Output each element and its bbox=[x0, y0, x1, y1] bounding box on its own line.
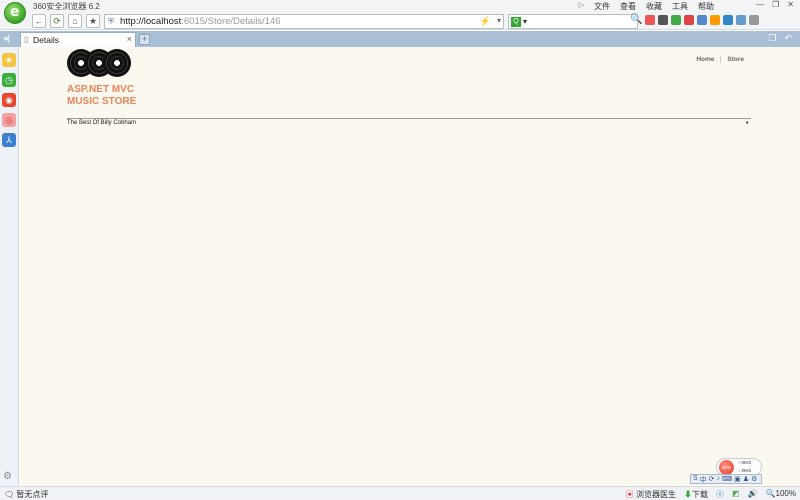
security-shield-icon: ⛨ bbox=[108, 17, 114, 26]
left-sidebar: ★ ◷ ◉ ◎ ⅄ ⚙ bbox=[0, 47, 19, 486]
history-clock-icon[interactable]: ◷ bbox=[2, 73, 16, 87]
toolbar-extensions bbox=[645, 15, 759, 25]
sync-icon[interactable] bbox=[736, 15, 746, 25]
status-bar: 🗨 暂无点评 ▣ 浏览器医生 ⬇下载 ⓔ ◩ 🔊 🔍100% bbox=[0, 486, 800, 500]
home-button[interactable]: ⌂ bbox=[68, 14, 82, 28]
security-icon[interactable] bbox=[671, 15, 681, 25]
site-title-line1: ASP.NET MVC bbox=[67, 84, 135, 95]
search-engine-icon[interactable]: Q bbox=[511, 17, 521, 27]
zoom-control[interactable]: 🔍100% bbox=[766, 489, 796, 500]
translate-icon[interactable] bbox=[710, 15, 720, 25]
speed-mode-icon[interactable]: ⚡ bbox=[480, 16, 491, 27]
favorites-star-icon[interactable]: ★ bbox=[2, 53, 16, 67]
tab-list-icon[interactable]: ❐ bbox=[768, 33, 776, 44]
ime-language-toggle[interactable]: 中 bbox=[700, 475, 707, 484]
nav-link-store[interactable]: Store bbox=[720, 56, 750, 63]
ime-punctuation-icon[interactable]: ⟳ bbox=[709, 475, 715, 483]
vinyl-disc-icon bbox=[103, 49, 131, 77]
menu-help[interactable]: 帮助 bbox=[698, 1, 714, 12]
tab-label: Details bbox=[33, 35, 59, 45]
ime-settings-icon[interactable]: ⚙ bbox=[751, 475, 757, 483]
maximize-button[interactable]: ❐ bbox=[772, 0, 779, 9]
title-bar: 360安全浏览器 6.2 ▷ 文件 查看 收藏 工具 帮助 — ❐ ✕ bbox=[0, 0, 800, 12]
page-content: ASP.NET MVC MUSIC STORE Home Store The B… bbox=[20, 47, 800, 486]
back-button[interactable]: ← bbox=[32, 14, 46, 28]
sidebar-settings-gear-icon[interactable]: ⚙ bbox=[3, 471, 12, 482]
upload-speed: ↑ 0K/S bbox=[738, 460, 752, 465]
tab-close-button[interactable]: × bbox=[127, 34, 132, 44]
tab-strip-controls: ❐ ↶ bbox=[768, 33, 792, 44]
tools-icon[interactable] bbox=[723, 15, 733, 25]
extension-icon[interactable] bbox=[658, 15, 668, 25]
sidebar-toggle-icon[interactable]: ◂| bbox=[3, 33, 10, 44]
ime-toolbar: S 中 ⟳ ♪ ⌨ ▣ ♟ ⚙ bbox=[690, 474, 762, 484]
tab-details[interactable]: ▯ Details × bbox=[20, 32, 136, 47]
menu-file[interactable]: 文件 bbox=[594, 1, 610, 12]
site-navigation: Home Store bbox=[690, 56, 750, 63]
new-tab-button[interactable]: + bbox=[139, 34, 150, 45]
menu-tools[interactable]: 工具 bbox=[672, 1, 688, 12]
ime-voice-icon[interactable]: ♪ bbox=[717, 475, 721, 483]
window-controls: — ❐ ✕ bbox=[756, 0, 794, 9]
ime-user-icon[interactable]: ♟ bbox=[743, 475, 749, 483]
site-title-line2: MUSIC STORE bbox=[67, 96, 137, 107]
search-engine-dropdown-icon[interactable]: ▾ bbox=[523, 17, 527, 26]
tab-strip: ◂| ▯ Details × + ❐ ↶ bbox=[0, 31, 800, 47]
site-title: ASP.NET MVC MUSIC STORE bbox=[67, 84, 136, 108]
minimize-button[interactable]: — bbox=[756, 0, 764, 9]
album-title: The Best Of Billy Cobham bbox=[67, 120, 137, 126]
browser-doctor-button[interactable]: ▣ 浏览器医生 bbox=[626, 489, 676, 500]
search-icon[interactable]: 🔍 bbox=[630, 14, 642, 25]
app-center-icon[interactable]: ⅄ bbox=[2, 133, 16, 147]
ie-mode-icon[interactable]: ⓔ bbox=[716, 489, 724, 500]
menu-favorites[interactable]: 收藏 bbox=[646, 1, 662, 12]
ime-logo-icon[interactable]: S bbox=[693, 475, 698, 483]
status-comment-text: 暂无点评 bbox=[16, 490, 49, 499]
zoom-icon: 🔍 bbox=[765, 489, 776, 498]
favorite-star-button[interactable]: ★ bbox=[86, 14, 100, 28]
browser-logo-icon[interactable]: e bbox=[4, 2, 26, 24]
screenshot-icon[interactable] bbox=[697, 15, 707, 25]
page-icon: ▯ bbox=[24, 35, 29, 44]
nav-link-home[interactable]: Home bbox=[690, 56, 720, 63]
header-divider bbox=[67, 118, 751, 119]
menu-bar: ▷ 文件 查看 收藏 工具 帮助 bbox=[579, 1, 714, 12]
refresh-button[interactable]: ⟳ bbox=[50, 14, 64, 28]
doctor-icon: ▣ bbox=[625, 490, 634, 499]
download-icon: ⬇ bbox=[684, 490, 693, 499]
status-tools: ▣ 浏览器医生 ⬇下载 ⓔ ◩ 🔊 🔍100% bbox=[626, 489, 796, 500]
comment-icon: 🗨 bbox=[4, 490, 15, 499]
status-comment[interactable]: 🗨 暂无点评 bbox=[4, 489, 48, 500]
weibo-icon[interactable]: ◉ bbox=[2, 93, 16, 107]
navigation-bar: ← ⟳ ⌂ ★ ⛨ http://localhost:6015/Store/De… bbox=[0, 12, 800, 30]
menu-view[interactable]: 查看 bbox=[620, 1, 636, 12]
search-input[interactable]: Q ▾ bbox=[508, 14, 638, 29]
menu-icon[interactable] bbox=[749, 15, 759, 25]
address-url[interactable]: http://localhost:6015/Store/Details/146 bbox=[120, 16, 281, 27]
window-title: 360安全浏览器 6.2 bbox=[33, 2, 100, 11]
ime-skin-icon[interactable]: ▣ bbox=[734, 475, 741, 483]
list-bullet: • bbox=[746, 120, 749, 127]
close-window-button[interactable]: ✕ bbox=[787, 0, 794, 9]
volume-icon[interactable]: 🔊 bbox=[748, 489, 758, 500]
music-store-logo[interactable] bbox=[67, 49, 131, 79]
acceleration-ball[interactable]: 58% bbox=[719, 460, 734, 475]
menu-arrow-icon[interactable]: ▷ bbox=[579, 1, 584, 12]
apps-icon[interactable] bbox=[645, 15, 655, 25]
screenshot-target-icon[interactable]: ◎ bbox=[2, 113, 16, 127]
address-bar[interactable]: ⛨ http://localhost:6015/Store/Details/14… bbox=[104, 14, 504, 29]
download-button[interactable]: ⬇下载 bbox=[684, 489, 708, 500]
download-speed: ↓ 0K/S bbox=[738, 468, 752, 473]
undo-close-tab-icon[interactable]: ↶ bbox=[784, 33, 792, 44]
accelerate-icon[interactable]: ◩ bbox=[732, 489, 740, 500]
ime-keyboard-icon[interactable]: ⌨ bbox=[722, 475, 732, 483]
address-dropdown-icon[interactable]: ▾ bbox=[497, 16, 501, 25]
mail-icon[interactable] bbox=[684, 15, 694, 25]
